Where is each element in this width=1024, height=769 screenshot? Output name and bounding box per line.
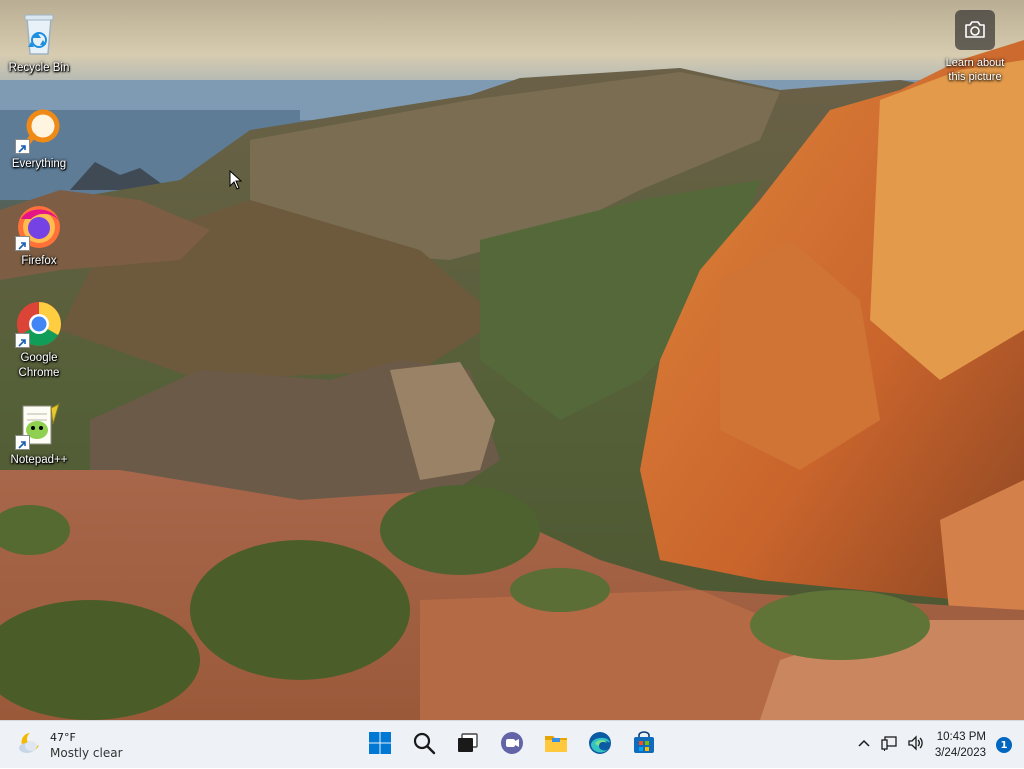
file-explorer-icon — [543, 730, 569, 760]
taskbar: 47°F Mostly clear 10:43 PM 3/24/2023 1 — [0, 720, 1024, 768]
shortcut-arrow-icon — [15, 236, 30, 251]
store-button[interactable] — [624, 725, 664, 765]
edge-button[interactable] — [580, 725, 620, 765]
desktop-icon-notepad-plus-plus[interactable]: Notepad++ — [2, 402, 76, 468]
shortcut-arrow-icon — [15, 435, 30, 450]
taskbar-app-list — [360, 725, 668, 765]
weather-widget[interactable]: 47°F Mostly clear — [16, 727, 123, 763]
weather-temperature: 47°F — [50, 730, 76, 744]
search-button[interactable] — [404, 725, 444, 765]
notification-badge[interactable]: 1 — [996, 737, 1012, 753]
task-view-button[interactable] — [448, 725, 488, 765]
shortcut-arrow-icon — [15, 333, 30, 348]
clock[interactable]: 10:43 PM 3/24/2023 — [935, 729, 986, 761]
file-explorer-button[interactable] — [536, 725, 576, 765]
chevron-up-icon — [857, 736, 871, 755]
desktop-icon-label: Recycle Bin — [8, 62, 70, 74]
network-ethernet-icon — [881, 734, 899, 756]
edge-icon — [587, 730, 613, 760]
desktop-icon-everything[interactable]: Everything — [2, 106, 76, 172]
windows-start-icon — [368, 731, 392, 759]
learn-about-picture-button[interactable]: Learn about this picture — [936, 10, 1014, 84]
shortcut-arrow-icon — [15, 139, 30, 154]
desktop-icon-google-chrome[interactable]: Google Chrome — [2, 300, 76, 381]
recycle-bin-icon — [15, 10, 63, 58]
desktop-icon-label: Google Chrome — [18, 352, 60, 379]
store-icon — [631, 730, 657, 760]
weather-condition: Mostly clear — [50, 745, 123, 760]
system-tray: 10:43 PM 3/24/2023 1 — [851, 721, 1024, 769]
search-icon — [412, 731, 436, 759]
clock-time: 10:43 PM — [936, 731, 986, 743]
volume-button[interactable] — [903, 730, 929, 760]
desktop-icon-firefox[interactable]: Firefox — [2, 203, 76, 269]
desktop-icon-label: Firefox — [21, 255, 57, 267]
wallpaper — [0, 0, 1024, 720]
notepad-plus-plus-icon — [15, 402, 63, 450]
task-view-icon — [456, 731, 480, 759]
mouse-cursor-icon — [229, 169, 243, 194]
clock-date: 3/24/2023 — [934, 747, 986, 759]
desktop: Recycle Bin Everything Firefox Google Ch… — [0, 0, 1024, 720]
weather-moon-cloud-icon — [16, 730, 42, 760]
desktop-icon-recycle-bin[interactable]: Recycle Bin — [2, 10, 76, 76]
teams-chat-icon — [499, 730, 525, 760]
desktop-icon-label: Notepad++ — [10, 454, 68, 466]
start-button[interactable] — [360, 725, 400, 765]
show-hidden-icons-button[interactable] — [851, 730, 877, 760]
chrome-icon — [15, 300, 63, 348]
firefox-icon — [15, 203, 63, 251]
everything-search-icon — [15, 106, 63, 154]
desktop-icon-label: Everything — [11, 158, 67, 170]
network-button[interactable] — [877, 730, 903, 760]
camera-icon — [955, 10, 995, 50]
speaker-icon — [907, 734, 925, 756]
chat-button[interactable] — [492, 725, 532, 765]
learn-about-picture-label: Learn about this picture — [945, 57, 1005, 83]
